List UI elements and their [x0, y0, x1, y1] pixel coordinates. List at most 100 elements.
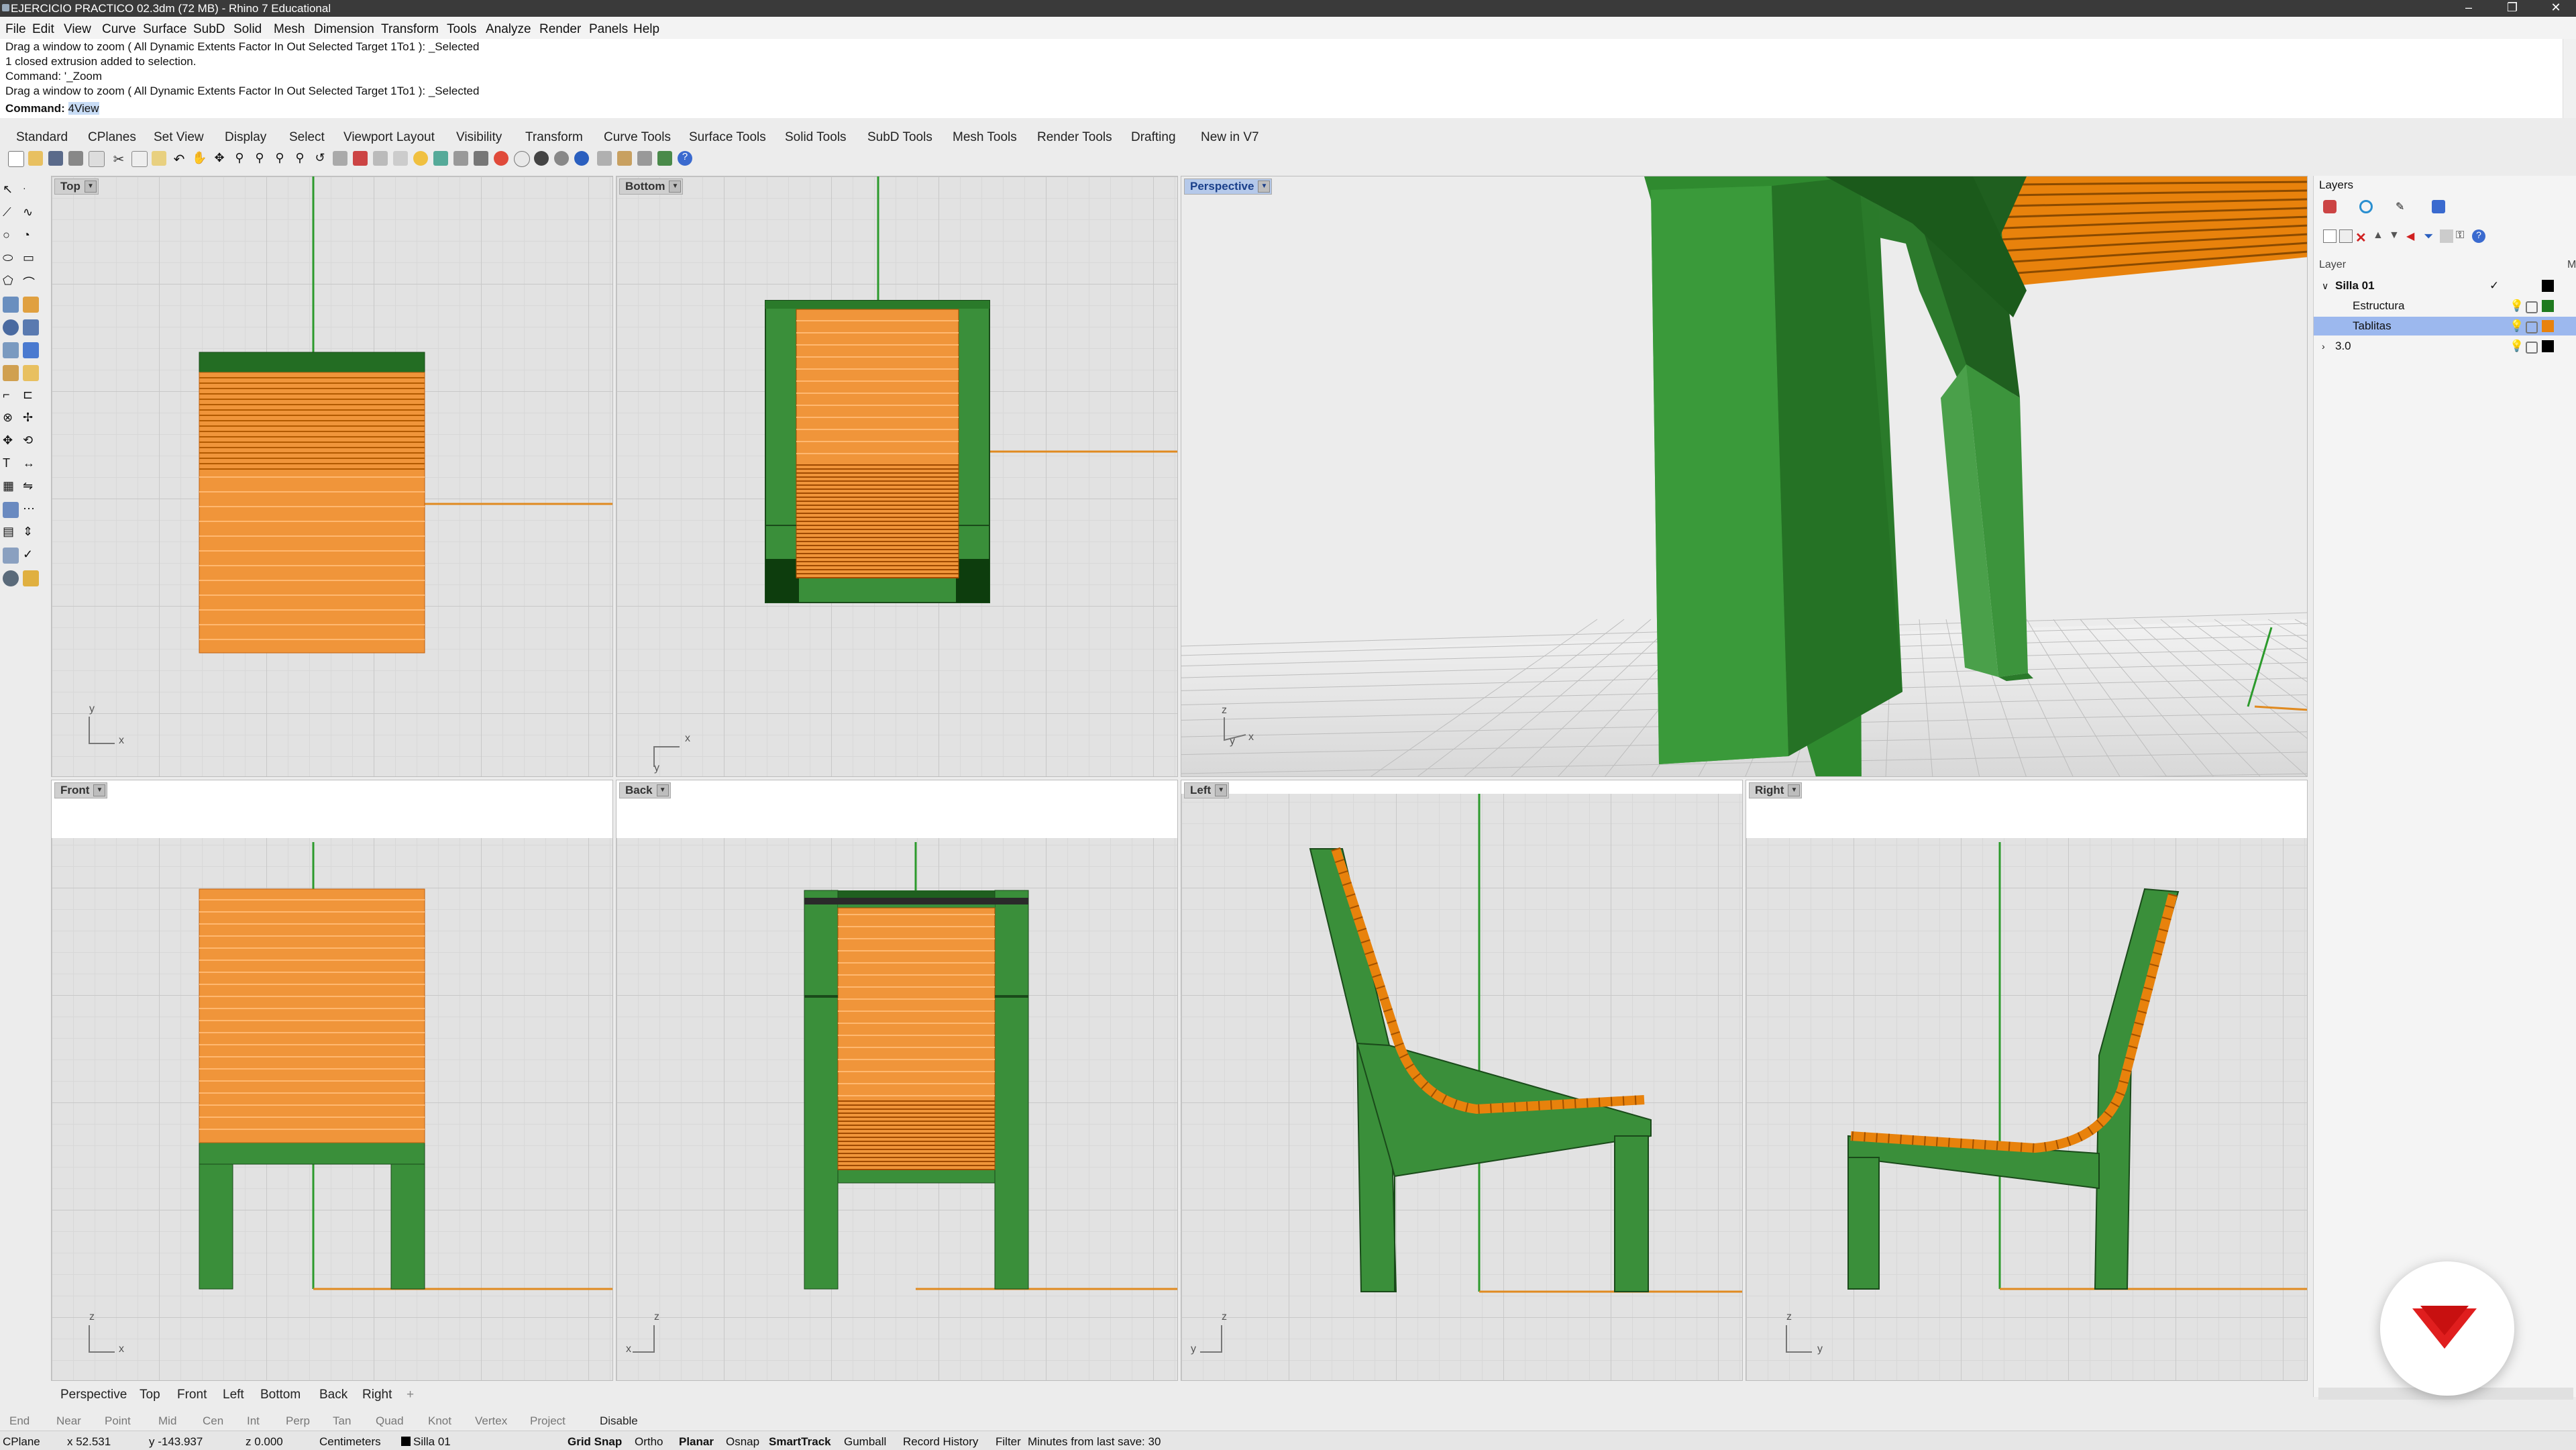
surface-icon[interactable] — [3, 297, 19, 313]
add-tab-button[interactable]: + — [407, 1388, 414, 1402]
lock-icon[interactable] — [2526, 342, 2538, 354]
import-icon[interactable] — [89, 151, 105, 167]
toggle-planar[interactable]: Planar — [679, 1435, 714, 1449]
viewport-label-perspective[interactable]: Perspective ▼ — [1184, 178, 1273, 195]
zoom-icon[interactable]: ⚲ — [232, 151, 247, 166]
polygon-icon[interactable]: ⬠ — [3, 274, 19, 290]
osnap-knot[interactable]: Knot — [428, 1414, 451, 1428]
viewport-back[interactable]: Back ▼ z x — [616, 780, 1178, 1381]
menu-surface[interactable]: Surface — [143, 22, 186, 37]
lightbulb-icon[interactable] — [413, 151, 428, 166]
ellipse-icon[interactable]: ⬭ — [3, 251, 19, 267]
explode-icon[interactable]: ✢ — [23, 411, 39, 427]
join-icon[interactable]: ⊗ — [3, 411, 19, 427]
tab-back[interactable]: Back — [319, 1388, 347, 1402]
tab-visibility[interactable]: Visibility — [456, 130, 502, 145]
current-layer-check-icon[interactable]: ✓ — [2489, 276, 2499, 295]
viewport-perspective[interactable]: z y x Perspective ▼ — [1181, 176, 2308, 777]
boolean-icon[interactable] — [23, 342, 39, 358]
osnap-near[interactable]: Near — [56, 1414, 81, 1428]
tab-subd-tools[interactable]: SubD Tools — [867, 130, 932, 145]
visible-bulb-icon[interactable]: 💡 — [2510, 317, 2524, 335]
rotate-view-icon[interactable]: ✥ — [212, 151, 227, 166]
move-up-icon[interactable]: ▲ — [2373, 229, 2386, 243]
new-file-icon[interactable] — [8, 151, 24, 167]
tab-render-tools[interactable]: Render Tools — [1037, 130, 1112, 145]
shaded-sphere-icon[interactable] — [514, 151, 530, 167]
freeform-icon[interactable]: ⌒ — [23, 274, 39, 290]
filter-icon[interactable]: ⏷ — [2424, 229, 2437, 243]
pan-hand-icon[interactable]: ✋ — [192, 151, 207, 166]
toggle-grid-snap[interactable]: Grid Snap — [568, 1435, 622, 1449]
zoom-selected-icon[interactable]: ⚲ — [292, 151, 307, 166]
layer-help-icon[interactable]: ? — [2472, 229, 2485, 243]
move-down-icon[interactable]: ▼ — [2389, 229, 2402, 243]
print-icon[interactable] — [68, 151, 83, 166]
toggle-smarttrack[interactable]: SmartTrack — [769, 1435, 831, 1449]
viewport-menu-arrow-icon[interactable]: ▼ — [1258, 180, 1271, 193]
tab-right[interactable]: Right — [362, 1388, 392, 1402]
command-scrollbar[interactable] — [2563, 39, 2576, 118]
close-button[interactable]: ✕ — [2536, 0, 2576, 17]
tab-new-in-v7[interactable]: New in V7 — [1201, 130, 1259, 145]
osnap-point[interactable]: Point — [105, 1414, 131, 1428]
tab-viewport-layout[interactable]: Viewport Layout — [343, 130, 435, 145]
brush-icon[interactable]: ✎ — [2396, 200, 2409, 213]
layer-row-tablitas[interactable]: Tablitas 💡 — [2314, 317, 2576, 335]
surface-edit-icon[interactable] — [23, 297, 39, 313]
layer-manager-icon[interactable] — [2323, 200, 2337, 213]
tab-select[interactable]: Select — [289, 130, 325, 145]
extrude-icon[interactable] — [3, 342, 19, 358]
new-sublayer-icon[interactable] — [2339, 229, 2353, 243]
layer-color-swatch[interactable] — [2542, 300, 2554, 312]
toggle-gumball[interactable]: Gumball — [844, 1435, 886, 1449]
menu-curve[interactable]: Curve — [102, 22, 136, 37]
status-cplane[interactable]: CPlane — [3, 1435, 40, 1449]
osnap-project[interactable]: Project — [530, 1414, 566, 1428]
box-icon[interactable] — [23, 319, 39, 335]
expand-chevron-icon[interactable]: ∨ — [2322, 276, 2328, 295]
snap-icon[interactable]: ⋯ — [23, 502, 39, 518]
tab-solid-tools[interactable]: Solid Tools — [785, 130, 847, 145]
text-icon[interactable]: T — [3, 456, 19, 472]
toggle-record-history[interactable]: Record History — [903, 1435, 978, 1449]
layer-color-swatch[interactable] — [2542, 320, 2554, 332]
globe-icon[interactable] — [657, 151, 672, 166]
menu-transform[interactable]: Transform — [381, 22, 439, 37]
menu-analyze[interactable]: Analyze — [486, 22, 531, 37]
open-file-icon[interactable] — [28, 151, 43, 166]
distance-icon[interactable]: ⇕ — [23, 525, 39, 541]
viewport-right[interactable]: Right ▼ z y — [1746, 780, 2308, 1381]
menu-file[interactable]: File — [5, 22, 26, 37]
menu-dimension[interactable]: Dimension — [314, 22, 374, 37]
tab-set-view[interactable]: Set View — [154, 130, 204, 145]
status-layer[interactable]: Silla 01 — [413, 1435, 451, 1449]
viewport-top[interactable]: Top ▼ y x — [51, 176, 613, 777]
new-layer-icon[interactable] — [2323, 229, 2337, 243]
subd-icon[interactable] — [23, 365, 39, 381]
tab-front[interactable]: Front — [177, 1388, 207, 1402]
curve-icon[interactable]: ∿ — [23, 205, 39, 221]
menu-solid[interactable]: Solid — [233, 22, 262, 37]
arc-icon[interactable]: ◔ — [23, 228, 39, 244]
analyze-icon[interactable] — [3, 502, 19, 518]
osnap-disable[interactable]: Disable — [600, 1414, 638, 1428]
select-arrow-icon[interactable]: ↖ — [3, 183, 19, 199]
undo-icon[interactable]: ↶ — [172, 151, 186, 167]
osnap-int[interactable]: Int — [247, 1414, 260, 1428]
select-icon[interactable] — [393, 151, 408, 166]
check-icon[interactable]: ✓ — [23, 548, 39, 564]
toggle-ortho[interactable]: Ortho — [635, 1435, 663, 1449]
tab-mesh-tools[interactable]: Mesh Tools — [953, 130, 1017, 145]
grid-tools-icon[interactable]: ▤ — [3, 525, 19, 541]
tab-display[interactable]: Display — [225, 130, 266, 145]
layer-color-swatch[interactable] — [2542, 280, 2554, 292]
lock-icon[interactable] — [2526, 301, 2538, 313]
menu-edit[interactable]: Edit — [32, 22, 54, 37]
four-view-icon[interactable] — [333, 151, 347, 166]
named-views-icon[interactable] — [373, 151, 388, 166]
tab-bottom[interactable]: Bottom — [260, 1388, 301, 1402]
command-prompt[interactable]: Command: 4View — [5, 102, 99, 115]
toggle-osnap[interactable]: Osnap — [726, 1435, 759, 1449]
polyline-icon[interactable]: ⟋ — [3, 205, 19, 221]
